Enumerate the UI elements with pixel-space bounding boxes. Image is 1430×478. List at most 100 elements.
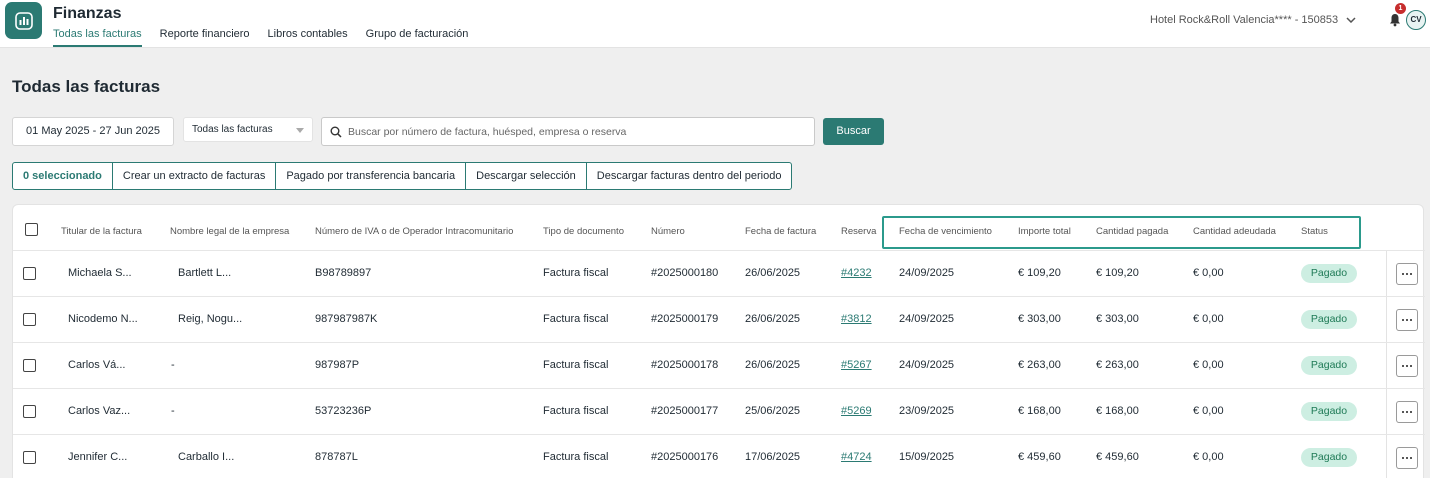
booking-link[interactable]: #3812: [841, 313, 872, 325]
tab-todas-las-facturas[interactable]: Todas las facturas: [53, 28, 142, 47]
cell-due-date: 24/09/2025: [899, 313, 955, 325]
column-divider: [1386, 343, 1387, 389]
col-header-fecha-factura[interactable]: Fecha de factura: [745, 226, 816, 237]
cell-doc-type: Factura fiscal: [543, 267, 609, 279]
dot-icon: [1401, 410, 1405, 414]
invoice-type-value: Todas las facturas: [192, 124, 273, 135]
cell-due-date: 24/09/2025: [899, 267, 955, 279]
dot-icon: [1409, 272, 1413, 276]
cell-number: #2025000179: [651, 313, 719, 325]
row-actions-button[interactable]: [1396, 401, 1418, 423]
status-badge: Pagado: [1301, 264, 1357, 283]
search-input[interactable]: [348, 118, 808, 145]
status-badge: Pagado: [1301, 448, 1357, 467]
user-avatar[interactable]: CV: [1406, 10, 1426, 30]
row-actions-button[interactable]: [1396, 447, 1418, 469]
col-header-iva[interactable]: Número de IVA o de Operador Intracomunit…: [315, 226, 513, 237]
dot-icon: [1409, 456, 1413, 460]
col-header-numero[interactable]: Número: [651, 226, 685, 237]
cell-invoice-date: 17/06/2025: [745, 451, 801, 463]
dot-icon: [1401, 456, 1405, 460]
search-button[interactable]: Buscar: [823, 118, 884, 145]
row-actions-button[interactable]: [1396, 263, 1418, 285]
create-statement-button[interactable]: Crear un extracto de facturas: [111, 163, 275, 189]
chevron-down-icon: [1346, 17, 1356, 23]
mark-paid-transfer-button[interactable]: Pagado por transferencia bancaria: [275, 163, 465, 189]
booking-link[interactable]: #4724: [841, 451, 872, 463]
col-header-reserva[interactable]: Reserva: [841, 226, 876, 237]
table-row[interactable]: Jennifer C... Carballo I... 878787L Fact…: [13, 434, 1425, 478]
cell-owed: € 0,00: [1193, 267, 1224, 279]
cell-owed: € 0,00: [1193, 359, 1224, 371]
col-header-empresa[interactable]: Nombre legal de la empresa: [170, 226, 289, 237]
invoice-type-select[interactable]: Todas las facturas: [183, 117, 313, 142]
cell-owed: € 0,00: [1193, 405, 1224, 417]
app-title: Finanzas: [53, 5, 122, 22]
download-period-button[interactable]: Descargar facturas dentro del periodo: [585, 163, 792, 189]
table-row[interactable]: Nicodemo N... Reig, Nogu... 987987987K F…: [13, 296, 1425, 343]
cell-number: #2025000177: [651, 405, 719, 417]
hotel-selector[interactable]: Hotel Rock&Roll Valencia**** - 150853: [1150, 14, 1356, 26]
dot-icon: [1401, 272, 1405, 276]
booking-link[interactable]: #4232: [841, 267, 872, 279]
column-divider: [1386, 435, 1387, 478]
download-selection-button[interactable]: Descargar selección: [465, 163, 586, 189]
cell-invoice-date: 26/06/2025: [745, 313, 801, 325]
invoices-table: Titular de la factura Nombre legal de la…: [12, 204, 1425, 478]
table-row[interactable]: Michaela S... Bartlett L... B98789897 Fa…: [13, 250, 1425, 297]
row-checkbox[interactable]: [23, 405, 36, 418]
cell-vat: B98789897: [315, 267, 372, 279]
tab-reporte-financiero[interactable]: Reporte financiero: [160, 28, 250, 47]
dot-icon: [1409, 410, 1413, 414]
booking-link[interactable]: #5269: [841, 405, 872, 417]
col-header-tipo[interactable]: Tipo de documento: [543, 226, 624, 237]
cell-company: -: [171, 405, 175, 417]
cell-company: -: [171, 359, 175, 371]
col-header-titular[interactable]: Titular de la factura: [61, 226, 142, 237]
cell-paid: € 109,20: [1096, 267, 1139, 279]
dot-icon: [1401, 318, 1405, 322]
cell-vat: 878787L: [315, 451, 358, 463]
cell-total: € 168,00: [1018, 405, 1061, 417]
cell-total: € 303,00: [1018, 313, 1061, 325]
dot-icon: [1405, 364, 1409, 368]
row-checkbox[interactable]: [23, 313, 36, 326]
table-row[interactable]: Carlos Vaz... - 53723236P Factura fiscal…: [13, 388, 1425, 435]
cell-due-date: 15/09/2025: [899, 451, 955, 463]
row-checkbox[interactable]: [23, 267, 36, 280]
cell-paid: € 263,00: [1096, 359, 1139, 371]
search-box: [321, 117, 815, 146]
notification-badge: 1: [1395, 3, 1406, 14]
cell-company: Reig, Nogu...: [178, 313, 243, 325]
cell-holder: Carlos Vá...: [68, 359, 126, 371]
row-actions-button[interactable]: [1396, 355, 1418, 377]
cell-vat: 987987987K: [315, 313, 378, 325]
table-row[interactable]: Carlos Vá... - 987987P Factura fiscal #2…: [13, 342, 1425, 389]
cell-invoice-date: 25/06/2025: [745, 405, 801, 417]
bulk-actions-bar: 0 seleccionado Crear un extracto de fact…: [12, 162, 793, 190]
cell-company: Carballo I...: [178, 451, 235, 463]
cell-holder: Carlos Vaz...: [68, 405, 131, 417]
dot-icon: [1405, 410, 1409, 414]
row-checkbox[interactable]: [23, 451, 36, 464]
finance-app-logo[interactable]: [5, 2, 42, 39]
row-checkbox[interactable]: [23, 359, 36, 372]
tab-grupo-de-facturacion[interactable]: Grupo de facturación: [366, 28, 469, 47]
status-badge: Pagado: [1301, 402, 1357, 421]
dot-icon: [1409, 318, 1413, 322]
bell-icon[interactable]: [1387, 12, 1403, 28]
cell-due-date: 24/09/2025: [899, 359, 955, 371]
selected-count[interactable]: 0 seleccionado: [13, 163, 112, 189]
select-all-checkbox[interactable]: [25, 223, 38, 236]
tab-libros-contables[interactable]: Libros contables: [268, 28, 348, 47]
row-actions-button[interactable]: [1396, 309, 1418, 331]
top-header: Finanzas Todas las facturas Reporte fina…: [0, 0, 1430, 48]
column-divider: [1386, 251, 1387, 297]
dot-icon: [1401, 364, 1405, 368]
cell-number: #2025000176: [651, 451, 719, 463]
cell-total: € 263,00: [1018, 359, 1061, 371]
date-range-picker[interactable]: 01 May 2025 - 27 Jun 2025: [12, 117, 174, 146]
cell-doc-type: Factura fiscal: [543, 313, 609, 325]
cell-vat: 987987P: [315, 359, 360, 371]
booking-link[interactable]: #5267: [841, 359, 872, 371]
